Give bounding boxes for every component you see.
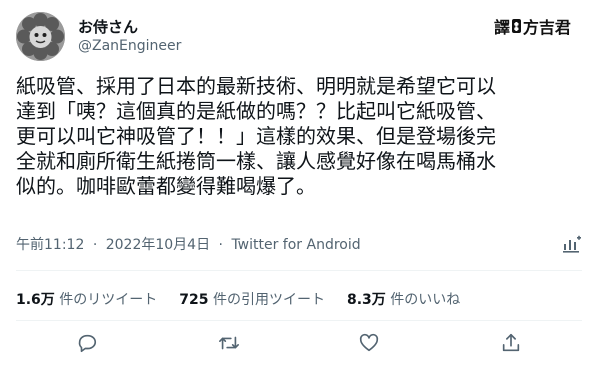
share-icon — [502, 333, 520, 352]
avatar-image — [16, 12, 65, 61]
engagement-stats: 1.6万 件のリツイート 725 件の引用ツイート 8.3万 件のいいね — [16, 289, 482, 309]
meta-dot: · — [92, 237, 98, 253]
translator-prefix: 譯 — [494, 18, 511, 37]
tweet-meta: 午前11:12 · 2022年10月4日 · Twitter for Andro… — [16, 234, 361, 254]
share-button[interactable] — [500, 332, 524, 356]
like-label: 件のいいね — [390, 292, 461, 308]
like-button[interactable] — [358, 332, 382, 356]
translator-badge: 譯 : 方吉君 — [490, 14, 575, 38]
analytics-icon[interactable] — [562, 234, 582, 254]
author-name[interactable]: お侍さん — [78, 16, 138, 37]
tweet-source[interactable]: Twitter for Android — [231, 237, 360, 253]
divider — [16, 270, 582, 271]
retweet-button[interactable] — [218, 332, 242, 356]
reply-button[interactable] — [76, 332, 100, 356]
tweet-line: 似的。咖啡歐蕾都變得難喝爆了。 — [16, 174, 316, 198]
divider — [16, 320, 582, 321]
tweet-line: 更可以叫它神吸管了！！」這樣的效果、但是登場後完 — [16, 124, 496, 148]
quote-count: 725 — [179, 292, 209, 308]
meta-dot: · — [218, 237, 223, 253]
retweet-count: 1.6万 — [16, 292, 55, 308]
translator-name: 方吉君 — [522, 18, 571, 37]
author-handle[interactable]: @ZanEngineer — [78, 38, 181, 54]
tweet-text: 紙吸管、採用了日本的最新技術、明明就是希望它可以 達到「咦？這個真的是紙做的嗎？… — [16, 74, 582, 199]
quote-label: 件の引用ツイート — [212, 292, 325, 308]
like-stat[interactable]: 8.3万 件のいいね — [347, 289, 460, 309]
avatar[interactable] — [16, 12, 65, 61]
tweet-line: 全就和廁所衛生紙捲筒一樣、讓人感覺好像在喝馬桶水 — [16, 149, 496, 173]
tweet-line: 紙吸管、採用了日本的最新技術、明明就是希望它可以 — [16, 74, 496, 98]
like-count: 8.3万 — [346, 292, 386, 308]
reply-icon — [78, 334, 97, 353]
retweet-icon — [219, 336, 239, 350]
tweet-line: 達到「咦？這個真的是紙做的嗎？？比起叫它紙吸管、 — [16, 99, 496, 123]
retweet-stat[interactable]: 1.6万 件のリツイート — [16, 289, 157, 309]
quote-stat[interactable]: 725 件の引用ツイート — [179, 289, 325, 309]
retweet-label: 件のリツイート — [59, 292, 158, 308]
translator-separator: : — [512, 19, 521, 33]
tweet-date[interactable]: 2022年10月4日 — [106, 237, 210, 253]
heart-icon — [359, 333, 379, 352]
tweet-time[interactable]: 午前11:12 — [16, 237, 84, 253]
